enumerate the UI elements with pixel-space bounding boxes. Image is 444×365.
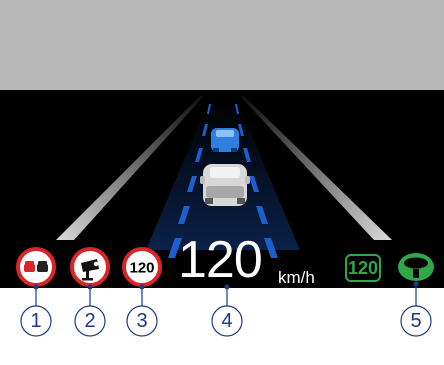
callout-5: 5 bbox=[410, 310, 422, 332]
steering-wheel-icon bbox=[398, 253, 434, 281]
no-overtaking-sign bbox=[16, 247, 56, 287]
callout-3: 3 bbox=[136, 310, 148, 332]
top-bezel bbox=[0, 0, 444, 90]
speed-limit-value: 120 bbox=[129, 260, 154, 277]
speed-camera-sign bbox=[70, 247, 110, 287]
speed-limit-sign-icon: 120 bbox=[122, 247, 162, 287]
current-speed-value: 120 bbox=[178, 231, 263, 289]
vehicle-ahead-icon bbox=[211, 128, 239, 152]
speed-unit-label: km/h bbox=[278, 268, 315, 287]
callout-2: 2 bbox=[84, 310, 96, 332]
speed-limit-sign: 120 bbox=[122, 247, 162, 287]
callout-4: 4 bbox=[221, 310, 233, 332]
own-vehicle-icon bbox=[200, 164, 250, 206]
instrument-cluster-figure: 120 120 km/h 120 1 2 3 4 5 bbox=[0, 0, 444, 365]
no-overtaking-icon bbox=[16, 247, 56, 287]
callout-1: 1 bbox=[30, 310, 42, 332]
cruise-set-speed-indicator: 120 bbox=[345, 254, 381, 282]
speed-camera-icon bbox=[70, 247, 110, 287]
